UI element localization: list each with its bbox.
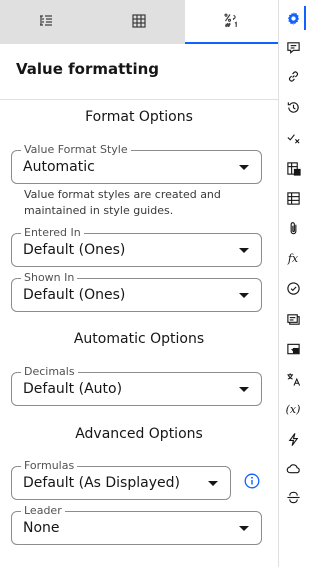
advanced-options-heading: Advanced Options [75,426,203,442]
translate-icon [286,372,300,386]
entered-in-label: Entered In [21,226,84,240]
entered-in-value: Default (Ones) [23,242,126,258]
list-settings-icon [40,15,53,26]
value-formatting-panel: Value formatting Format Options Value Fo… [0,0,278,567]
entered-in-select[interactable]: Entered In Default (Ones) [11,226,262,267]
link-icon [288,70,298,82]
chevron-down-icon [239,387,249,392]
formulas-label: Formulas [21,459,78,473]
rail-function-button[interactable]: fx [284,249,302,267]
strike-through-icon [286,491,300,503]
rail-history-button[interactable] [284,98,302,116]
rail-validation-button[interactable] [284,128,302,146]
settings-gear-icon [287,11,299,25]
formulas-value: Default (As Displayed) [23,475,180,491]
decimals-value: Default (Auto) [23,381,123,397]
chevron-down-icon [239,165,249,170]
panel-title: Value formatting [16,60,160,78]
rail-cloud-button[interactable] [284,459,302,477]
chat-annotation-icon [286,343,300,354]
table-grid-icon [132,14,146,28]
checkmark-x-icon [286,133,300,144]
lightning-icon [288,432,298,446]
rail-lightning-button[interactable] [284,430,302,448]
table-tab[interactable] [92,0,186,44]
rail-settings-button[interactable] [284,9,302,27]
decimals-label: Decimals [21,365,78,379]
rail-data-table-button[interactable] [284,189,302,207]
rail-variable-button[interactable]: (x) [284,400,302,418]
attachment-icon [290,221,296,234]
format-options-heading: Format Options [85,109,193,125]
chevron-down-icon [208,481,218,486]
data-table-icon [286,191,300,205]
rail-calculation-button[interactable] [284,159,302,177]
cloud-icon [286,463,300,473]
rail-notes-button[interactable] [284,310,302,328]
function-icon: fx [287,251,299,265]
chevron-down-icon [239,526,249,531]
list-settings-tab[interactable] [0,0,93,44]
calculation-sheet-icon [286,161,301,176]
panel-tab-bar [0,0,278,44]
decimals-select[interactable]: Decimals Default (Auto) [11,365,262,406]
comment-icon [286,41,300,54]
shown-in-value: Default (Ones) [23,287,126,303]
rail-comments-button[interactable] [284,38,302,56]
variable-icon: (x) [285,402,301,416]
rail-active-indicator [304,6,306,30]
rail-link-button[interactable] [284,67,302,85]
percent-format-icon [224,13,237,28]
value-format-helper-text: Value format styles are created and main… [24,188,221,217]
leader-select[interactable]: Leader None [11,504,262,545]
value-format-style-label: Value Format Style [21,143,131,157]
value-format-tab[interactable] [185,0,278,44]
info-icon[interactable] [244,473,260,489]
rail-task-button[interactable] [284,279,302,297]
shown-in-label: Shown In [21,271,78,285]
value-format-style-select[interactable]: Value Format Style Automatic [11,143,262,184]
task-check-icon [286,281,300,295]
rail-translate-button[interactable] [284,370,302,388]
value-format-style-value: Automatic [23,159,95,175]
chevron-down-icon [239,248,249,253]
chevron-down-icon [239,293,249,298]
formulas-select[interactable]: Formulas Default (As Displayed) [11,459,231,500]
rail-annotation-button[interactable] [284,340,302,358]
title-divider [0,99,278,100]
automatic-options-heading: Automatic Options [73,331,205,347]
leader-label: Leader [21,504,65,518]
rail-strike-button[interactable] [284,488,302,506]
leader-value: None [23,520,60,536]
shown-in-select[interactable]: Shown In Default (Ones) [11,271,262,312]
rail-attachment-button[interactable] [284,219,302,237]
side-icon-rail: fx (x) [278,0,306,567]
history-icon [287,101,299,113]
notes-icon [286,313,300,325]
